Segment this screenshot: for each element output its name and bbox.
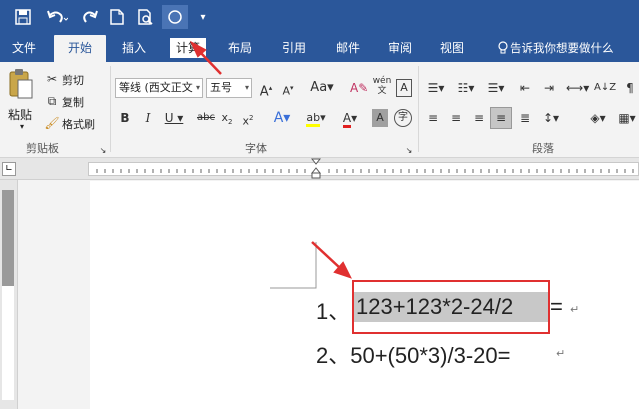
group-divider <box>110 66 111 152</box>
vertical-ruler[interactable] <box>0 180 18 409</box>
format-painter-icon: 🖌 <box>44 116 60 130</box>
align-center-icon[interactable]: ≡ <box>447 109 465 127</box>
undo-icon[interactable] <box>42 5 72 29</box>
indent-marker-icon[interactable] <box>310 158 322 180</box>
group-divider <box>418 66 419 152</box>
decrease-indent-icon[interactable]: ⇤ <box>516 79 534 97</box>
tab-review[interactable]: 审阅 <box>378 34 422 62</box>
superscript-icon[interactable]: x2 <box>240 109 256 128</box>
chinese-layout-icon[interactable]: ⟷▾ <box>566 79 589 97</box>
enclose-char-icon[interactable]: 字 <box>394 109 412 127</box>
change-case-icon[interactable]: Aa▾ <box>308 79 336 97</box>
print-preview-icon[interactable] <box>134 5 158 29</box>
ribbon-home: 粘贴 ▾ ✂ 剪切 ⧉ 复制 🖌 格式刷 剪贴板 ↘ 等线 (西文正文 ▾ 五号 ▾… <box>0 62 639 158</box>
highlight-icon[interactable]: ab▾ <box>300 109 332 127</box>
ribbon-tabs: 文件 开始 插入 计算 布局 引用 邮件 审阅 视图 告诉我你想要做什么 <box>0 34 639 62</box>
char-border-icon[interactable]: A <box>396 79 412 97</box>
clipboard-group-label: 剪贴板 <box>26 142 59 155</box>
circle-shape-icon[interactable] <box>162 5 188 29</box>
tab-calculate[interactable]: 计算 <box>170 38 206 58</box>
strikethrough-icon[interactable]: abc <box>195 109 217 127</box>
tab-selector-icon[interactable]: ∟ <box>2 162 16 176</box>
tab-file[interactable]: 文件 <box>4 34 44 62</box>
tab-view[interactable]: 视图 <box>430 34 474 62</box>
cut-button[interactable]: 剪切 <box>62 72 84 88</box>
tell-me-search[interactable]: 告诉我你想要做什么 <box>510 34 639 62</box>
paragraph-mark: ↵ <box>570 303 580 316</box>
redo-icon[interactable] <box>78 5 102 29</box>
font-color-icon[interactable]: A▾ <box>338 109 362 128</box>
format-painter-button[interactable]: 格式刷 <box>62 116 95 132</box>
horizontal-ruler[interactable]: ∟ <box>0 158 639 180</box>
justify-icon[interactable]: ≡ <box>490 107 512 129</box>
line-spacing-icon[interactable]: ↕▾ <box>540 109 562 127</box>
align-right-icon[interactable]: ≡ <box>470 109 488 127</box>
tab-insert[interactable]: 插入 <box>112 34 156 62</box>
document-page[interactable]: 1、 123+123*2-24/2 = ↵ 2、50+(50*3)/3-20= … <box>90 181 639 409</box>
text-effects-icon[interactable]: A▾ <box>270 109 294 127</box>
save-icon[interactable] <box>10 5 36 29</box>
grow-font-icon[interactable]: A▴ <box>258 79 274 99</box>
scissors-icon: ✂ <box>46 72 58 86</box>
line1-number: 1、 <box>316 299 351 324</box>
multilevel-list-icon[interactable]: ☰▾ <box>484 79 508 97</box>
paste-button[interactable]: 粘贴 <box>8 106 32 123</box>
shrink-font-icon[interactable]: A▾ <box>280 79 296 98</box>
tab-mailings[interactable]: 邮件 <box>326 34 370 62</box>
italic-icon[interactable]: I <box>142 109 154 127</box>
copy-icon: ⧉ <box>47 94 57 108</box>
subscript-icon[interactable]: x2 <box>219 109 235 127</box>
customize-qat-icon[interactable]: ▾ <box>194 5 212 29</box>
paragraph-mark: ↵ <box>556 347 566 360</box>
paste-dropdown-icon[interactable]: ▾ <box>20 122 24 131</box>
quick-access-toolbar: ▾ <box>0 0 639 34</box>
tab-layout[interactable]: 布局 <box>218 34 262 62</box>
clear-format-icon[interactable]: A✎ <box>350 79 368 97</box>
underline-icon[interactable]: U ▾ <box>162 109 186 127</box>
tab-references[interactable]: 引用 <box>272 34 316 62</box>
numbering-icon[interactable]: ☷▾ <box>454 79 478 97</box>
font-group-label: 字体 <box>245 142 267 155</box>
tab-home[interactable]: 开始 <box>54 35 106 62</box>
font-name-combo[interactable]: 等线 (西文正文 ▾ <box>115 78 203 98</box>
sort-icon[interactable]: A↓Z <box>594 79 616 97</box>
align-left-icon[interactable]: ≡ <box>424 109 442 127</box>
copy-button[interactable]: 复制 <box>62 94 84 110</box>
bold-icon[interactable]: B <box>119 109 131 127</box>
char-shading-icon[interactable]: A <box>372 109 388 127</box>
increase-indent-icon[interactable]: ⇥ <box>540 79 558 97</box>
bullets-icon[interactable]: ☰▾ <box>424 79 448 97</box>
vertical-ruler-margin <box>2 190 14 286</box>
paragraph-group-label: 段落 <box>532 142 554 155</box>
distributed-icon[interactable]: ≣ <box>516 109 534 127</box>
new-doc-icon[interactable] <box>106 5 128 29</box>
shading-icon[interactable]: ◈▾ <box>586 109 610 127</box>
paste-icon[interactable] <box>6 68 36 100</box>
line1-equals[interactable]: = <box>550 294 563 320</box>
phonetic-guide-icon[interactable]: wén 文 <box>372 76 392 96</box>
font-size-combo[interactable]: 五号 ▾ <box>206 78 252 98</box>
line2-text[interactable]: 2、50+(50*3)/3-20= <box>316 338 510 370</box>
show-marks-icon[interactable]: ¶ <box>622 79 638 97</box>
highlight-box <box>352 280 550 334</box>
ruler-track[interactable] <box>88 162 639 176</box>
borders-icon[interactable]: ▦▾ <box>616 109 638 127</box>
